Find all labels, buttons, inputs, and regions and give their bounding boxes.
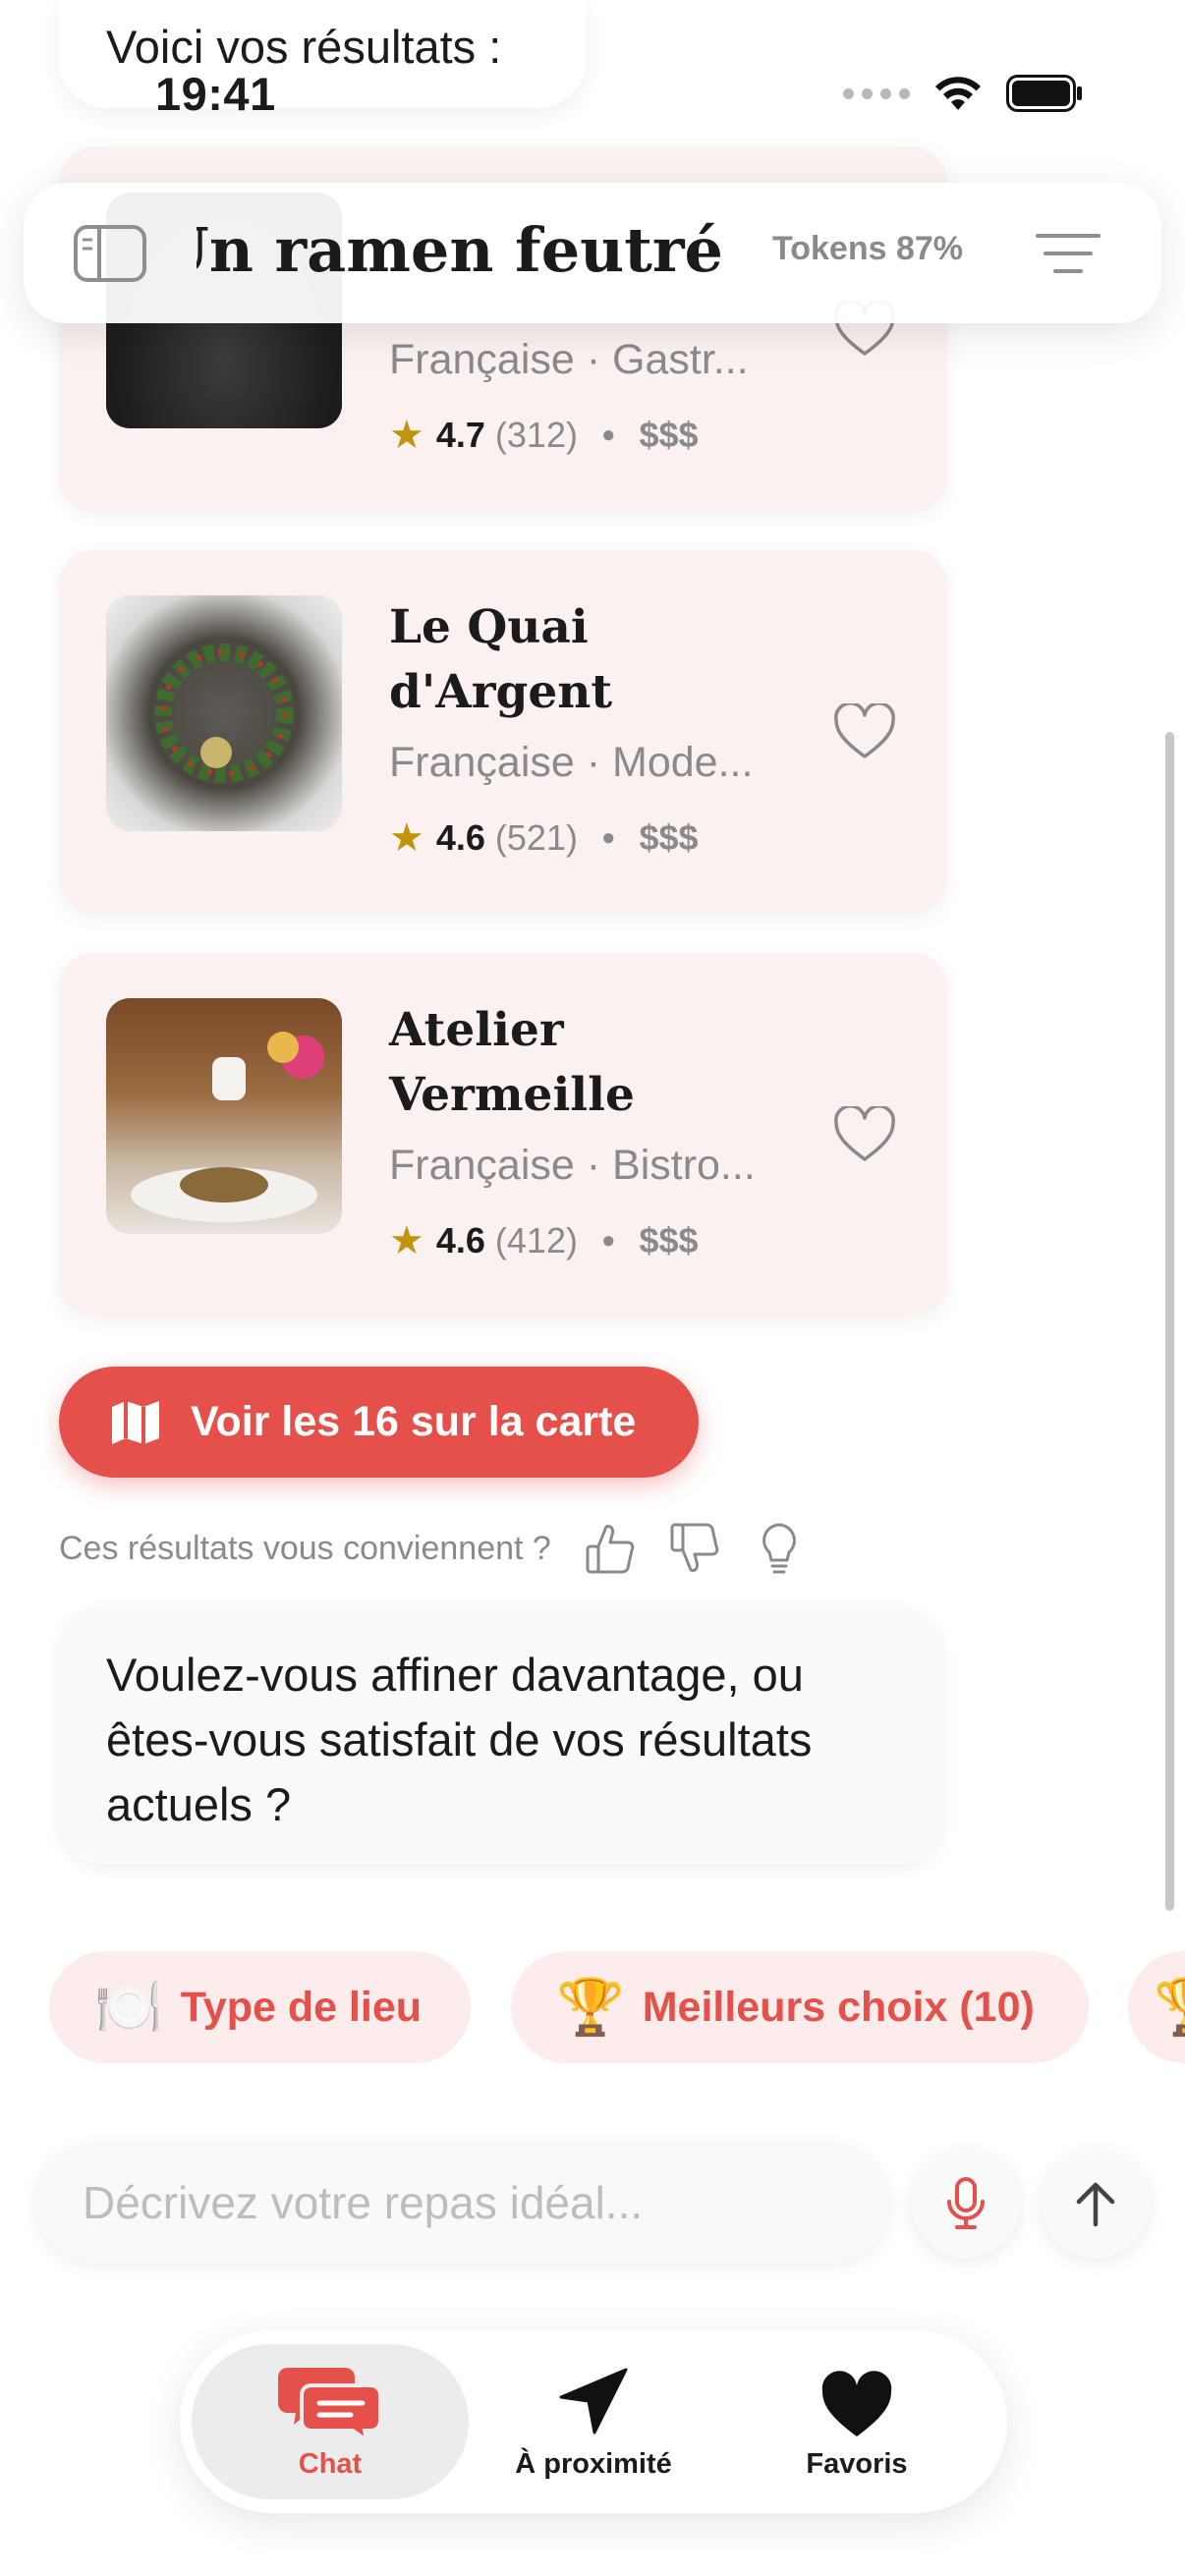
tab-chat[interactable]: Chat bbox=[192, 2344, 469, 2499]
restaurant-price: $$$ bbox=[639, 1220, 699, 1260]
assistant-message-text: Voici vos résultats : bbox=[106, 21, 502, 73]
tab-nearby[interactable]: À proximité bbox=[455, 2344, 732, 2499]
heart-icon[interactable] bbox=[833, 1106, 896, 1163]
results-feedback: Ces résultats vous conviennent ? bbox=[59, 1521, 805, 1576]
restaurant-price: $$$ bbox=[639, 817, 699, 858]
wifi-icon bbox=[935, 77, 981, 110]
map-icon bbox=[112, 1400, 159, 1444]
chip-label: Meilleurs choix (10) bbox=[642, 1983, 1035, 2031]
thumbs-down-icon[interactable] bbox=[669, 1521, 720, 1576]
thumbs-up-icon[interactable] bbox=[585, 1521, 636, 1576]
view-on-map-label: Voir les 16 sur la carte bbox=[191, 1398, 637, 1445]
assistant-message-bubble: Voulez-vous affiner davantage, ou êtes-v… bbox=[59, 1607, 943, 1865]
chip-meilleurs-choix[interactable]: 🏆 Meilleurs choix (10) bbox=[511, 1951, 1089, 2063]
send-button[interactable] bbox=[1042, 2150, 1150, 2258]
restaurant-name: Le Quai d'Argent bbox=[389, 600, 613, 719]
chat-header: Un ramen feutré Tokens 87% bbox=[24, 183, 1161, 323]
microphone-button[interactable] bbox=[912, 2150, 1020, 2258]
arrow-up-icon bbox=[1076, 2182, 1115, 2227]
trophy-icon: 🏆 bbox=[556, 1976, 625, 2038]
location-arrow-icon bbox=[559, 2368, 628, 2435]
tab-favorites-label: Favoris bbox=[806, 2448, 908, 2480]
assistant-message-text: Voulez-vous affiner davantage, ou êtes-v… bbox=[106, 1649, 813, 1830]
heart-icon[interactable] bbox=[833, 703, 896, 760]
restaurant-review-count: (312) bbox=[494, 415, 578, 455]
status-icons bbox=[843, 75, 1083, 112]
restaurant-meta: ★ 4.7 (312) ● $$$ bbox=[389, 414, 699, 457]
assistant-message-bubble-top: Voici vos résultats : bbox=[59, 0, 586, 108]
trophy-icon: 🏆 bbox=[1154, 1975, 1185, 2040]
microphone-icon bbox=[947, 2177, 985, 2229]
view-on-map-button[interactable]: Voir les 16 sur la carte bbox=[59, 1367, 699, 1478]
suggestion-chips: 🍽️ Type de lieu 🏆 Meilleurs choix (10) 🏆 bbox=[0, 1951, 1185, 2065]
scrollbar[interactable] bbox=[1165, 732, 1174, 1911]
restaurant-cuisine: Française · Gastr... bbox=[389, 336, 749, 383]
restaurant-rating: 4.6 bbox=[435, 817, 485, 858]
chip-label: Type de lieu bbox=[180, 1983, 423, 2031]
tokens-usage: Tokens 87% bbox=[772, 230, 964, 267]
tab-nearby-label: À proximité bbox=[515, 2448, 672, 2480]
heart-filled-icon bbox=[821, 2371, 892, 2436]
message-composer bbox=[35, 2142, 890, 2264]
restaurant-review-count: (521) bbox=[494, 817, 578, 858]
conversation-title-text: Un ramen feutré bbox=[197, 214, 723, 286]
conversation-title: Un ramen feutré bbox=[197, 214, 723, 293]
star-icon: ★ bbox=[389, 816, 424, 860]
cellular-signal-icon bbox=[843, 87, 910, 99]
message-input[interactable] bbox=[83, 2169, 849, 2236]
restaurant-photo bbox=[106, 595, 342, 831]
restaurant-rating: 4.7 bbox=[435, 415, 485, 455]
restaurant-rating: 4.6 bbox=[435, 1220, 485, 1260]
restaurant-price: $$$ bbox=[639, 415, 699, 455]
tab-chat-label: Chat bbox=[298, 2448, 363, 2480]
restaurant-card[interactable]: Atelier Vermeille Française · Bistro... … bbox=[59, 953, 947, 1316]
lightbulb-icon[interactable] bbox=[754, 1521, 805, 1576]
tab-bar: Chat À proximité Favoris bbox=[180, 2330, 1007, 2513]
chip-more[interactable]: 🏆 bbox=[1128, 1951, 1185, 2063]
restaurant-meta: ★ 4.6 (521) ● $$$ bbox=[389, 816, 699, 860]
restaurant-cuisine: Française · Bistro... bbox=[389, 1142, 756, 1189]
restaurant-review-count: (412) bbox=[494, 1220, 578, 1260]
restaurant-meta: ★ 4.6 (412) ● $$$ bbox=[389, 1219, 699, 1262]
restaurant-name: Atelier Vermeille bbox=[389, 1003, 635, 1122]
menu-lines-icon[interactable] bbox=[1034, 226, 1102, 281]
star-icon: ★ bbox=[389, 414, 424, 457]
sidebar-icon[interactable] bbox=[73, 224, 147, 283]
tab-favorites[interactable]: Favoris bbox=[718, 2344, 995, 2499]
feedback-prompt: Ces résultats vous conviennent ? bbox=[59, 1529, 551, 1567]
restaurant-cuisine: Française · Mode... bbox=[389, 739, 754, 786]
restaurant-photo bbox=[106, 998, 342, 1234]
battery-icon bbox=[1006, 75, 1082, 112]
plate-cutlery-icon: 🍽️ bbox=[94, 1976, 163, 2038]
restaurant-card[interactable]: Le Quai d'Argent Française · Mode... ★ 4… bbox=[59, 550, 947, 914]
chat-bubbles-icon bbox=[278, 2368, 382, 2442]
chip-type-de-lieu[interactable]: 🍽️ Type de lieu bbox=[49, 1951, 471, 2063]
status-time: 19:41 bbox=[155, 68, 276, 120]
star-icon: ★ bbox=[389, 1219, 424, 1262]
